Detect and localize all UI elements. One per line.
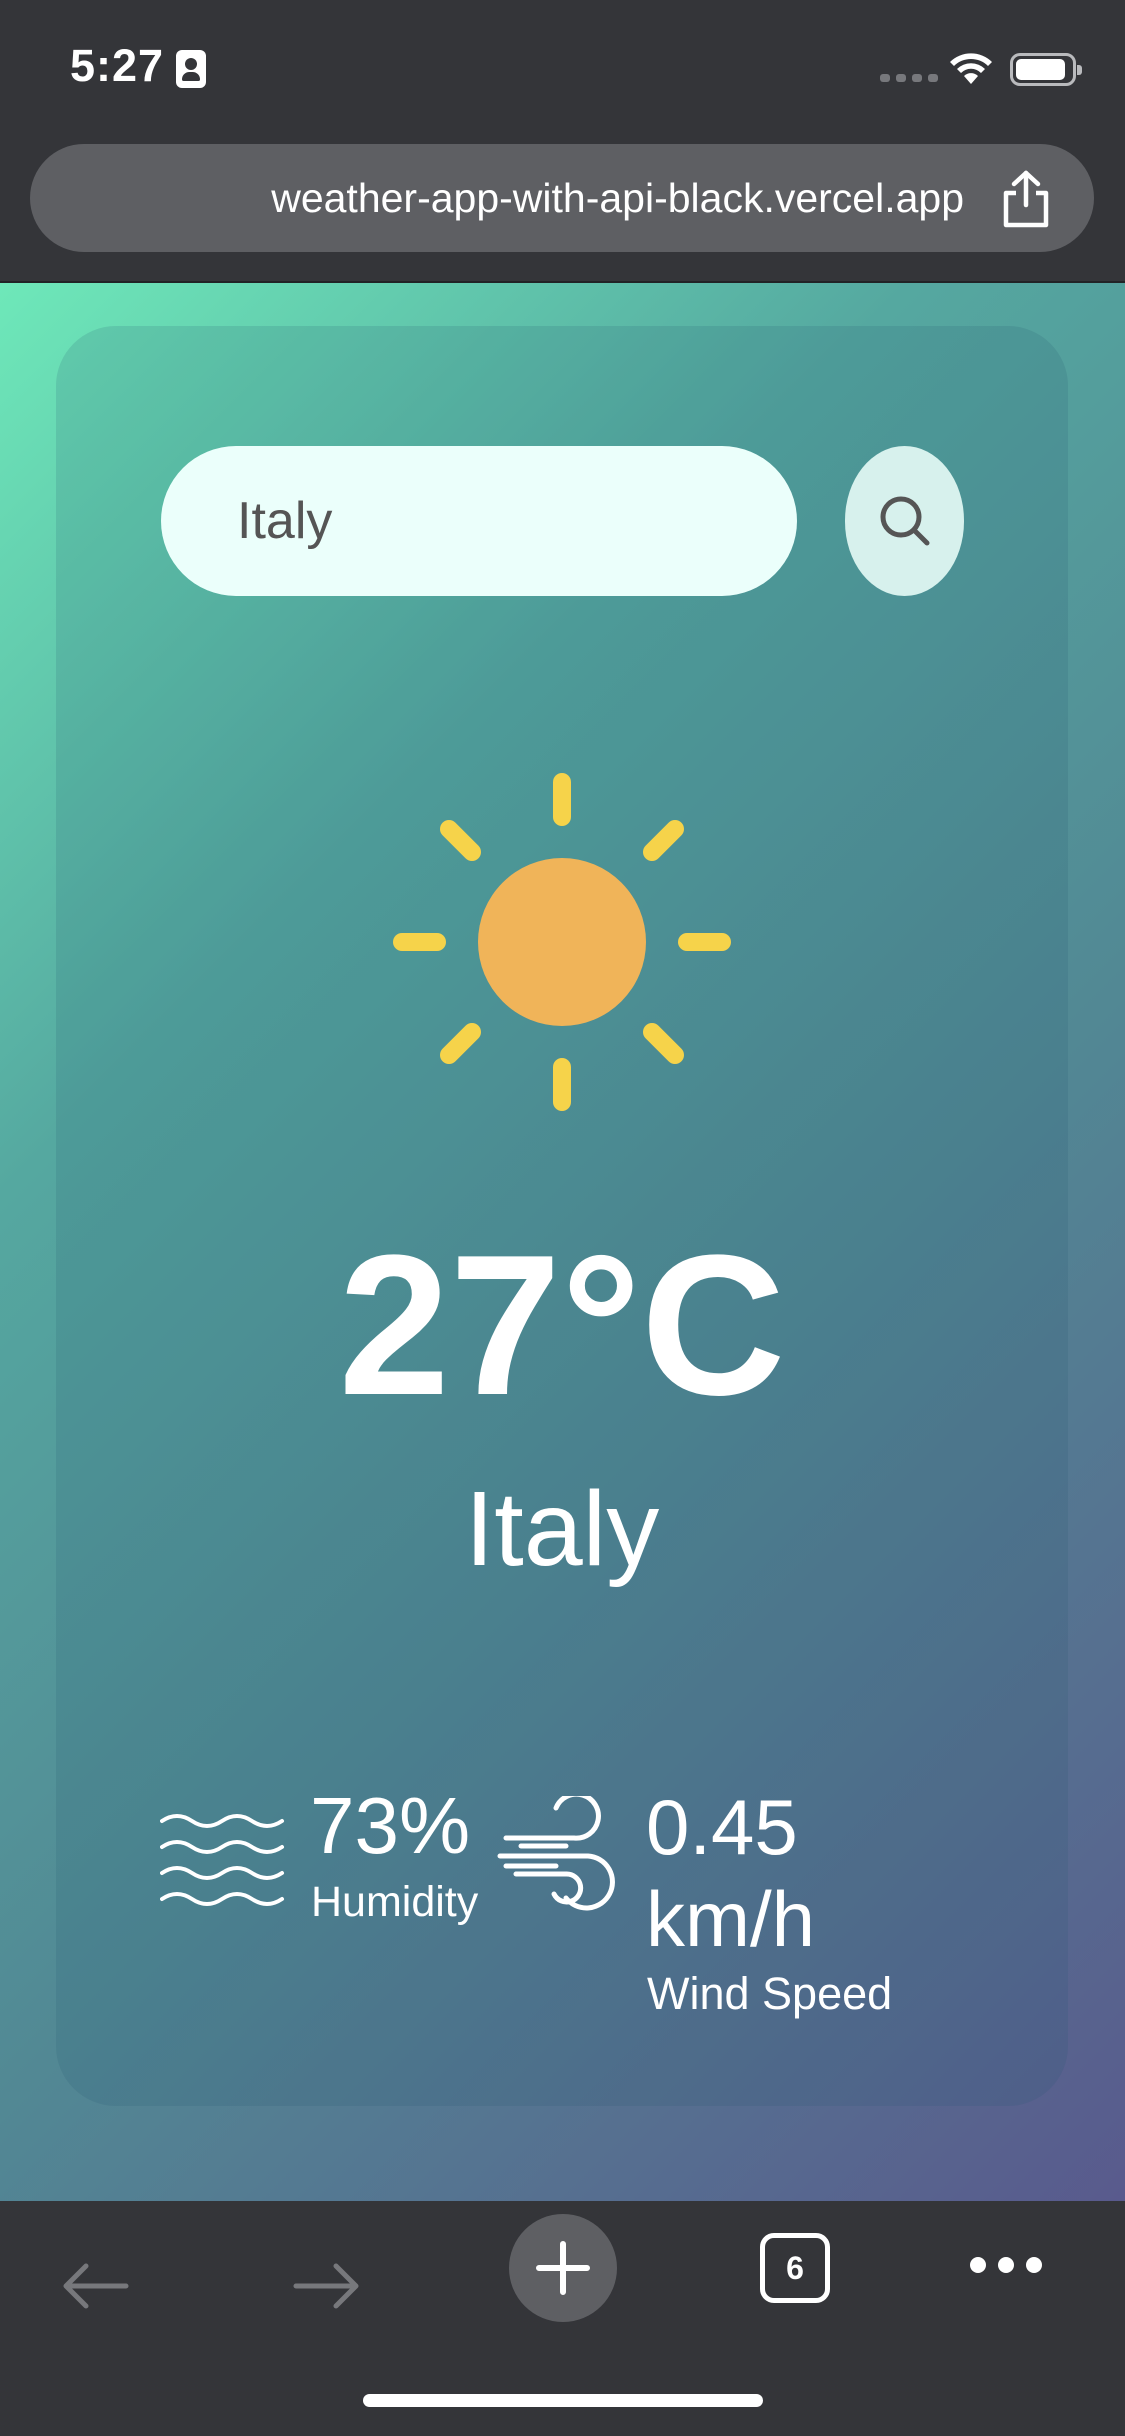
contact-card-icon	[176, 50, 206, 88]
plus-icon	[536, 2241, 590, 2295]
forward-arrow-icon[interactable]	[292, 2261, 362, 2311]
weather-card: 27°C Italy 73% Humidity 0.45 km/h Wind S…	[56, 326, 1068, 2106]
wifi-icon	[950, 53, 992, 84]
wind-speed-label: Wind Speed	[647, 1968, 893, 2019]
back-arrow-icon[interactable]	[60, 2261, 130, 2311]
city-name: Italy	[464, 1470, 660, 1588]
temperature: 27°C	[338, 1214, 786, 1437]
status-time: 5:27	[70, 40, 165, 91]
browser-address-area: weather-app-with-api-black.vercel.app	[0, 135, 1125, 283]
humidity-waves-icon	[160, 1814, 284, 1906]
humidity-value: 73%	[310, 1781, 471, 1870]
new-tab-button[interactable]	[509, 2214, 617, 2322]
wind-speed-value: 0.45 km/h	[646, 1783, 816, 1964]
status-bar: 5:27	[0, 0, 1125, 135]
cellular-signal-icon	[880, 74, 938, 82]
web-page: 27°C Italy 73% Humidity 0.45 km/h Wind S…	[0, 283, 1125, 2201]
home-indicator[interactable]	[363, 2394, 763, 2407]
search-input[interactable]	[161, 446, 797, 596]
search-button[interactable]	[845, 446, 964, 596]
wind-icon	[497, 1796, 615, 1911]
humidity-label: Humidity	[311, 1878, 479, 1926]
tabs-button[interactable]: 6	[760, 2233, 830, 2303]
sun-icon	[393, 773, 731, 1111]
share-icon[interactable]	[998, 169, 1054, 229]
url-text[interactable]: weather-app-with-api-black.vercel.app	[30, 144, 964, 252]
search-icon	[880, 496, 929, 546]
more-options-icon[interactable]	[970, 2257, 1042, 2273]
battery-icon	[1010, 53, 1082, 86]
address-bar[interactable]: weather-app-with-api-black.vercel.app	[30, 144, 1094, 252]
